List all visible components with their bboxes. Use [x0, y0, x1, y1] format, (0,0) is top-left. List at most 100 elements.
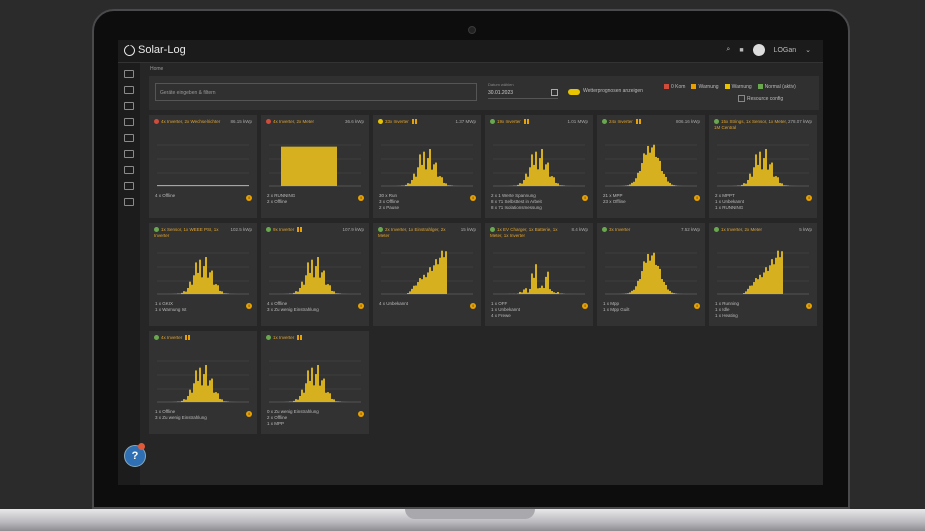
status-list: 4 x Offline 3 x Zu wenig Einstrahlung — [267, 301, 319, 313]
chart-bar — [177, 185, 179, 186]
chart-bar — [319, 146, 321, 186]
info-icon[interactable]: i — [806, 303, 812, 309]
date-field[interactable]: 30.01.2023 — [488, 90, 558, 99]
chart-bar — [423, 151, 425, 186]
plant-card[interactable]: 33x Inverter 1.37 MWp 30 x Run 3 x Offline 2… — [373, 115, 481, 218]
chart-bar — [183, 399, 185, 402]
info-icon[interactable]: i — [582, 195, 588, 201]
plant-card[interactable]: 1x Inverter, 2x Meter 5 kWp 1 x Running 1 x… — [709, 223, 817, 326]
plant-card[interactable]: 1x EV Charger, 1x Batterie, 1x Meter, 1x… — [485, 223, 593, 326]
card-title[interactable]: 19x Inverter — [490, 119, 570, 125]
chart-bar — [641, 163, 643, 186]
avatar[interactable] — [752, 44, 765, 56]
plant-card[interactable]: 15x Strings, 1x Sensor, 1x Meter, 1M Cen… — [709, 115, 817, 218]
plant-card[interactable]: 24x Inverter 806.16 kWp 21 x MPP 23 x Offli… — [597, 115, 705, 218]
plant-card[interactable]: 9x Inverter 107.9 kWp 4 x Offline 3 x Zu we… — [261, 223, 369, 326]
info-icon[interactable]: i — [694, 195, 700, 201]
chart-bar — [411, 180, 413, 186]
username[interactable]: LOGan — [774, 47, 797, 54]
monitor-icon[interactable] — [124, 70, 134, 78]
plant-card[interactable]: 4x Inverter, 2x Meter 36.6 kWp 2 x RUNNING… — [261, 115, 369, 218]
chart-bar — [293, 146, 295, 186]
card-title[interactable]: 33x Inverter — [378, 119, 458, 125]
chart-bar — [545, 276, 547, 294]
legend-swatch — [691, 84, 697, 90]
card-title[interactable]: 4x Inverter — [154, 335, 234, 341]
layers-icon[interactable] — [124, 182, 134, 190]
chart-bar — [331, 146, 333, 186]
document-icon[interactable] — [124, 198, 134, 206]
info-icon[interactable]: i — [582, 303, 588, 309]
info-icon[interactable]: i — [358, 195, 364, 201]
chart-bar — [777, 250, 779, 294]
plant-card[interactable]: 19x Inverter 1.01 MWp 2 x 1 Werte Spannung… — [485, 115, 593, 218]
calendar-icon[interactable] — [551, 89, 558, 96]
chart-bar — [185, 291, 187, 294]
info-icon[interactable]: i — [358, 411, 364, 417]
status-list: 4 x Offline — [155, 193, 175, 199]
chart-bar — [527, 176, 529, 186]
chart-bar — [643, 261, 645, 294]
status-line: 1 x Warnung Ist — [155, 307, 187, 312]
info-icon[interactable]: i — [470, 303, 476, 309]
copy-icon[interactable] — [124, 102, 134, 110]
info-icon[interactable]: i — [358, 303, 364, 309]
info-icon[interactable]: i — [694, 303, 700, 309]
chart-bar — [209, 185, 211, 186]
resource-config[interactable]: Resource config — [738, 95, 783, 102]
search-input[interactable]: Geräte eingeben & filtern — [155, 83, 477, 101]
plant-card[interactable]: 1x Inverter 0 x Zu wenig Einstrahlung 2 x … — [261, 331, 369, 434]
legend-item[interactable]: Warnung — [724, 84, 752, 90]
breadcrumb[interactable]: Home — [150, 66, 163, 72]
card-title[interactable]: 15x Strings, 1x Sensor, 1x Meter, 1M Cen… — [714, 119, 794, 130]
gear-icon[interactable] — [124, 150, 134, 158]
chart-bar — [215, 284, 217, 294]
card-title-text: 9x Inverter — [273, 227, 295, 232]
info-icon[interactable]: i — [246, 411, 252, 417]
plant-card[interactable]: 3x Inverter 7.52 kWp 1 x Mpp 1 x Mpp Guilt i — [597, 223, 705, 326]
search-icon[interactable]: ⌕ — [726, 46, 730, 54]
list-icon[interactable] — [124, 166, 134, 174]
chart-icon[interactable] — [124, 86, 134, 94]
signal-icon — [523, 119, 529, 125]
legend-item[interactable]: 0 Kom — [664, 84, 685, 90]
legend-item[interactable]: Warnung — [691, 84, 719, 90]
weather-toggle[interactable] — [568, 89, 580, 95]
card-title[interactable]: 1x Sensor, 1x WEEE PSI, 1x Inverter — [154, 227, 234, 238]
card-title[interactable]: 4x Inverter, 2x Wechselrichter — [154, 119, 234, 125]
plant-card[interactable]: 4x Inverter 1 x Offline 3 x Zu wenig Einst… — [149, 331, 257, 434]
card-title[interactable]: 4x Inverter, 2x Meter — [266, 119, 346, 125]
plant-card[interactable]: 4x Inverter, 2x Wechselrichter 86.15 kWp 4… — [149, 115, 257, 218]
chart-bar — [181, 400, 183, 402]
plant-card[interactable]: 2x Inverter, 1x Einstrahlger, 2x Meter 15… — [373, 223, 481, 326]
chart-bar — [761, 169, 763, 186]
chart-bar — [669, 182, 671, 186]
chart-bar — [743, 183, 745, 186]
card-title[interactable]: 2x Inverter, 1x Einstrahlger, 2x Meter — [378, 227, 458, 238]
trophy-icon[interactable] — [124, 134, 134, 142]
card-title[interactable]: 1x EV Charger, 1x Batterie, 1x Meter, 1x… — [490, 227, 570, 238]
chart-bar — [517, 184, 519, 186]
chart-bar — [423, 274, 425, 294]
plant-card[interactable]: 1x Sensor, 1x WEEE PSI, 1x Inverter 102.5… — [149, 223, 257, 326]
info-icon[interactable]: i — [470, 195, 476, 201]
card-title[interactable]: 24x Inverter — [602, 119, 682, 125]
chart-bar — [187, 288, 189, 294]
info-icon[interactable]: i — [806, 195, 812, 201]
card-title[interactable]: 1x Inverter — [266, 335, 346, 341]
device-icon[interactable] — [124, 118, 134, 126]
chart-bar — [213, 284, 215, 294]
info-icon[interactable]: i — [246, 303, 252, 309]
legend-item[interactable]: Normal (aktiv) — [757, 84, 796, 90]
card-title[interactable]: 3x Inverter — [602, 227, 682, 233]
message-icon[interactable]: ■ — [739, 47, 743, 54]
card-title[interactable]: 1x Inverter, 2x Meter — [714, 227, 794, 233]
chevron-down-icon[interactable]: ⌄ — [805, 46, 811, 54]
chart-bar — [305, 146, 307, 186]
card-title[interactable]: 9x Inverter — [266, 227, 346, 233]
chart-bar — [641, 271, 643, 294]
chart-bar — [321, 272, 323, 294]
info-icon[interactable]: i — [246, 195, 252, 201]
chart-bar — [557, 292, 559, 294]
logo[interactable]: Solar-Log — [124, 44, 186, 56]
